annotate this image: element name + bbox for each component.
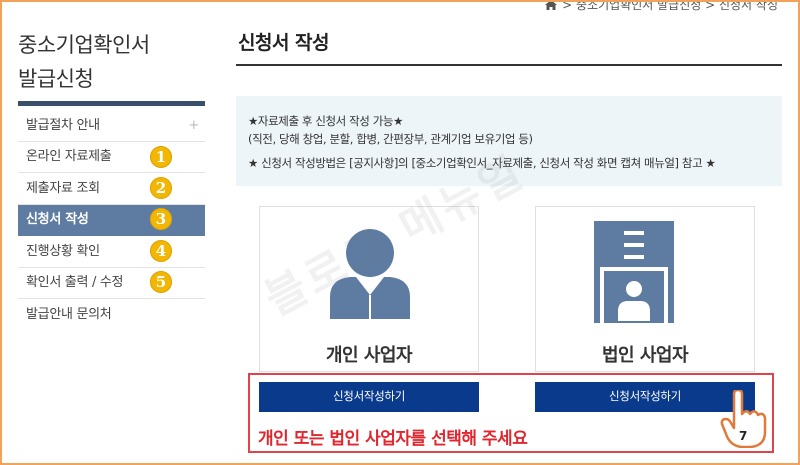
sidebar-title-line2: 발급신청 bbox=[18, 67, 94, 91]
breadcrumb-text: > 중소기업확인서 발급신청 > 신청서 작성 bbox=[562, 0, 778, 12]
sidebar-title-line1: 중소기업확인서 bbox=[18, 33, 150, 57]
notice-box: ★자료제출 후 신청서 작성 가능★ (직전, 당해 창업, 분할, 합병, 간… bbox=[236, 96, 782, 186]
sidebar-item-application-write[interactable]: 신청서 작성 bbox=[18, 204, 205, 236]
sidebar-item-contact[interactable]: 발급안내 문의처 bbox=[18, 299, 205, 331]
title-divider bbox=[236, 64, 782, 66]
step-badge-3: 3 bbox=[150, 208, 172, 230]
sidebar-item-label: 발급절차 안내 bbox=[26, 117, 100, 133]
sidebar-item-label: 발급안내 문의처 bbox=[26, 307, 112, 323]
individual-business-card[interactable]: 개인 사업자 bbox=[259, 206, 479, 372]
home-icon[interactable] bbox=[544, 0, 558, 11]
notice-line-1: ★자료제출 후 신청서 작성 가능★ bbox=[248, 114, 404, 128]
sidebar-item-label: 제출자료 조회 bbox=[26, 180, 100, 196]
breadcrumb: > 중소기업확인서 발급신청 > 신청서 작성 bbox=[544, 0, 778, 13]
sidebar-item-progress-check[interactable]: 진행상황 확인 bbox=[18, 236, 205, 268]
annotation-callout: 개인 또는 법인 사업자를 선택해 주세요 bbox=[248, 373, 774, 453]
annotation-message: 개인 또는 법인 사업자를 선택해 주세요 bbox=[258, 429, 528, 449]
building-icon bbox=[594, 221, 674, 323]
sidebar-item-label: 확인서 출력 / 수정 bbox=[26, 275, 124, 291]
sidebar-item-certificate-print[interactable]: 확인서 출력 / 수정 bbox=[18, 268, 205, 299]
sidebar-menu: 발급절차 안내 + 온라인 자료제출 제출자료 조회 신청서 작성 진행상황 확… bbox=[18, 110, 205, 331]
step-badge-4: 4 bbox=[150, 240, 172, 262]
sidebar-item-submitted-lookup[interactable]: 제출자료 조회 bbox=[18, 173, 205, 205]
card-label: 개인 사업자 bbox=[325, 345, 413, 366]
sidebar-item-online-submit[interactable]: 온라인 자료제출 bbox=[18, 142, 205, 173]
sidebar-item-label: 온라인 자료제출 bbox=[26, 149, 112, 165]
card-label: 법인 사업자 bbox=[601, 345, 689, 366]
step-badge-2: 2 bbox=[150, 177, 172, 199]
step-badge-5: 5 bbox=[150, 271, 172, 293]
sidebar-title: 중소기업확인서 발급신청 bbox=[18, 28, 208, 96]
sidebar-item-label: 신청서 작성 bbox=[26, 212, 89, 228]
person-icon bbox=[330, 229, 410, 319]
step-number: 7 bbox=[739, 429, 748, 443]
step-badge-1: 1 bbox=[150, 146, 172, 168]
sidebar-item-process-guide[interactable]: 발급절차 안내 + bbox=[18, 110, 205, 142]
expand-icon[interactable]: + bbox=[188, 110, 199, 141]
notice-line-3: ★ 신청서 작성방법은 [공지사항]의 [중소기업확인서_자료제출, 신청서 작… bbox=[248, 156, 716, 170]
sidebar-item-label: 진행상황 확인 bbox=[26, 243, 100, 259]
page-title: 신청서 작성 bbox=[238, 32, 330, 54]
notice-line-2: (직전, 당해 창업, 분할, 합병, 간편장부, 관계기업 보유기업 등) bbox=[248, 132, 533, 146]
corporate-business-card[interactable]: 법인 사업자 bbox=[535, 206, 755, 372]
sidebar-divider bbox=[18, 101, 205, 106]
